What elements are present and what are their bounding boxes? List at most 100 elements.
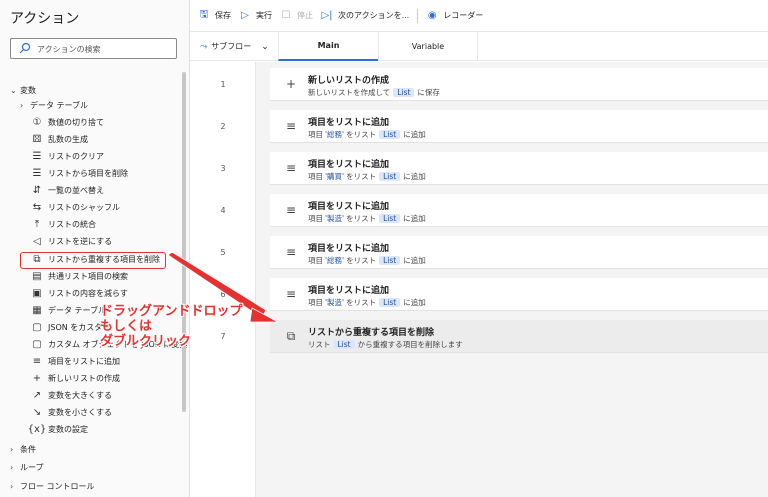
common-items-icon: ▤ <box>32 270 42 282</box>
increase-icon: ↗ <box>32 389 42 401</box>
add-item-icon: ≡ <box>32 355 42 367</box>
action-item[interactable]: ▣ リストの内容を減らす <box>30 285 128 301</box>
add-item-icon: ≡ <box>285 287 297 301</box>
group-loops[interactable]: › ループ <box>10 459 44 475</box>
plus-icon: + <box>285 77 297 91</box>
stop-button[interactable]: ☐ 停止 <box>280 10 313 22</box>
line-number: 3 <box>220 164 226 173</box>
add-item-icon: ≡ <box>285 203 297 217</box>
variable-chip: List <box>379 172 401 181</box>
subtract-list-icon: ▣ <box>32 287 42 299</box>
add-item-icon: ≡ <box>285 119 297 133</box>
remove-duplicates-icon: ⧉ <box>286 328 296 343</box>
chevron-right-icon: › <box>20 100 24 110</box>
recorder-button[interactable]: ◉ レコーダー <box>426 10 483 22</box>
action-item[interactable]: + 新しいリストの作成 <box>30 370 120 386</box>
flow-step[interactable]: ≡ 項目をリストに追加 項目 '総務' をリスト List に追加 <box>270 236 768 269</box>
chevron-right-icon: › <box>10 444 14 454</box>
list-remove-icon: ☰ <box>32 167 42 179</box>
run-next-action-button[interactable]: ▷| 次のアクションを... <box>321 10 409 22</box>
variable-icon: {x} <box>27 423 47 435</box>
group-variables[interactable]: ⌄ 変数 <box>10 82 36 98</box>
play-icon: ▷ <box>241 10 249 21</box>
merge-icon: ⤒ <box>34 218 40 230</box>
action-item[interactable]: ⇵ 一覧の並べ替え <box>30 182 104 198</box>
variable-chip: List <box>379 130 401 139</box>
action-item[interactable]: {x} 変数の設定 <box>27 421 88 437</box>
action-search-input[interactable]: アクションの検索 <box>10 38 177 59</box>
flow-tabs: ⤳ サブフロー ⌄ Main Variable <box>190 32 768 61</box>
action-item[interactable]: ↗ 変数を大きくする <box>30 387 112 403</box>
variable-chip: List <box>379 256 401 265</box>
decrease-icon: ↘ <box>32 406 42 418</box>
line-number: 4 <box>220 206 226 215</box>
actions-scrollbar[interactable] <box>182 72 186 412</box>
record-icon: ◉ <box>427 10 437 21</box>
line-number: 1 <box>220 80 226 89</box>
designer-toolbar: 🖫 保存 ▷ 実行 ☐ 停止 ▷| 次のアクションを... ◉ レコーダー <box>190 0 768 32</box>
subflow-dropdown[interactable]: ⤳ サブフロー ⌄ <box>200 41 269 52</box>
action-item[interactable]: ☰ リストから項目を削除 <box>30 165 128 181</box>
action-item[interactable]: ▤ 共通リスト項目の検索 <box>30 268 128 284</box>
line-number: 2 <box>220 122 226 131</box>
chevron-right-icon: › <box>10 481 14 491</box>
flow-canvas: 1 2 3 4 5 6 7 + 新しいリストの作成 新しいリストを作成して Lis… <box>190 62 768 497</box>
actions-panel-title: アクション <box>10 11 80 27</box>
actions-panel: アクション アクションの検索 ⌄ 変数 › データ テーブル ① 数値の切り捨て ⚄ 乱… <box>0 0 190 497</box>
action-item[interactable]: ▦ データ テーブル <box>30 302 106 318</box>
action-item[interactable]: ⚄ 乱数の生成 <box>30 131 88 147</box>
list-icon: ☰ <box>32 150 42 162</box>
flow-step-remove-duplicates[interactable]: ⧉ リストから重複する項目を削除 リスト List から重複する項目を削除します <box>270 320 768 353</box>
add-item-icon: ≡ <box>285 245 297 259</box>
plus-icon: + <box>32 372 42 384</box>
json-icon: ▢ <box>32 321 42 333</box>
reverse-icon: ◁ <box>33 235 41 247</box>
line-number-gutter: 1 2 3 4 5 6 7 <box>190 62 256 497</box>
variable-chip: List <box>333 340 355 349</box>
add-item-icon: ≡ <box>285 161 297 175</box>
dice-icon: ⚄ <box>32 133 42 145</box>
flow-step[interactable]: ≡ 項目をリストに追加 項目 '購買' をリスト List に追加 <box>270 152 768 185</box>
action-item[interactable]: ≡ 項目をリストに追加 <box>30 353 120 369</box>
line-number: 6 <box>220 290 226 299</box>
action-item[interactable]: ↘ 変数を小さくする <box>30 404 112 420</box>
datatable-icon: ▦ <box>32 304 42 316</box>
subflow-icon: ⤳ <box>200 41 208 52</box>
search-placeholder: アクションの検索 <box>37 45 101 54</box>
toolbar-divider <box>417 8 419 23</box>
group-conditions[interactable]: › 条件 <box>10 441 36 457</box>
object-json-icon: ▢ <box>32 338 42 350</box>
line-number: 7 <box>220 332 226 341</box>
line-number: 5 <box>220 248 226 257</box>
tab-main[interactable]: Main <box>278 32 378 61</box>
chevron-down-icon: ⌄ <box>261 41 269 52</box>
variable-chip: List <box>379 214 401 223</box>
group-datatable[interactable]: › データ テーブル <box>20 97 88 113</box>
flow-step[interactable]: + 新しいリストの作成 新しいリストを作成して List に保存 <box>270 68 768 101</box>
action-item[interactable]: ☰ リストのクリア <box>30 148 104 164</box>
action-item[interactable]: ⇆ リストのシャッフル <box>30 199 120 215</box>
action-item[interactable]: ◁ リストを逆にする <box>30 233 112 249</box>
chevron-right-icon: › <box>10 462 14 472</box>
action-item[interactable]: ① 数値の切り捨て <box>30 114 104 130</box>
round-number-icon: ① <box>32 116 42 128</box>
sort-icon: ⇵ <box>32 184 42 196</box>
save-button[interactable]: 🖫 保存 <box>198 9 231 22</box>
chevron-down-icon: ⌄ <box>10 85 17 95</box>
run-button[interactable]: ▷ 実行 <box>239 10 272 22</box>
group-flow-control[interactable]: › フロー コントロール <box>10 478 95 494</box>
highlight-box <box>20 252 166 269</box>
save-icon: 🖫 <box>199 9 209 20</box>
action-item[interactable]: ⤒ リストの統合 <box>30 216 96 232</box>
flow-step[interactable]: ≡ 項目をリストに追加 項目 '製造' をリスト List に追加 <box>270 278 768 311</box>
tab-variable[interactable]: Variable <box>378 32 478 61</box>
flow-step[interactable]: ≡ 項目をリストに追加 項目 '製造' をリスト List に追加 <box>270 194 768 227</box>
annotation-text-3: ダブルクリック <box>100 334 192 349</box>
flow-step[interactable]: ≡ 項目をリストに追加 項目 '総務' をリスト List に追加 <box>270 110 768 143</box>
search-icon <box>19 42 31 54</box>
shuffle-icon: ⇆ <box>32 201 42 213</box>
stop-icon: ☐ <box>281 10 291 21</box>
variable-chip: List <box>393 88 415 97</box>
action-item[interactable]: ▢ JSON をカスタム <box>30 319 110 335</box>
variable-chip: List <box>379 298 401 307</box>
